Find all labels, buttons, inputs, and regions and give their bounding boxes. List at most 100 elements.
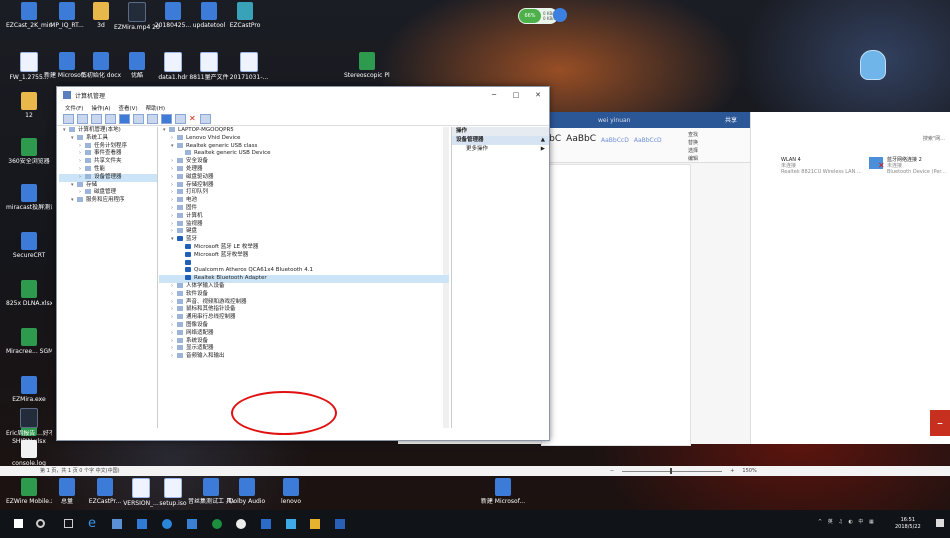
cm-title-bar[interactable]: 计算机管理 ─ □ ✕ bbox=[57, 87, 549, 103]
back-icon[interactable] bbox=[63, 114, 74, 124]
bluetooth-device-item[interactable]: Qualcomm Atheros QCA61x4 Bluetooth 4.1 bbox=[159, 267, 449, 275]
desktop-icon[interactable]: console.log bbox=[6, 440, 52, 467]
file-explorer-icon[interactable] bbox=[112, 519, 122, 529]
desktop-icon[interactable]: EZMira.exe bbox=[6, 376, 52, 403]
desktop-icon[interactable]: Eric周报告 ...好不好 bbox=[6, 408, 52, 437]
device-tree-item[interactable]: › 计算机 bbox=[159, 212, 449, 221]
menu-view[interactable]: 查看(V) bbox=[119, 104, 138, 112]
desktop-icon[interactable]: lenovo bbox=[268, 478, 314, 505]
console-tree-item[interactable]: › 性能 bbox=[59, 165, 157, 174]
share-button[interactable]: 共享 bbox=[725, 115, 737, 124]
store-icon[interactable] bbox=[137, 519, 147, 529]
start-button-icon[interactable] bbox=[14, 519, 23, 528]
notification-icon[interactable] bbox=[936, 519, 944, 527]
scan-hardware-icon[interactable] bbox=[147, 114, 158, 124]
style-item[interactable]: AaBbC bbox=[566, 134, 596, 144]
device-tree-item[interactable]: › 人体学输入设备 bbox=[159, 282, 449, 291]
console-tree-item[interactable]: › 磁盘管理 bbox=[59, 189, 157, 197]
zoom-control[interactable]: − + 150% bbox=[610, 466, 757, 476]
desktop-icon[interactable]: Stereoscopic Player bbox=[344, 52, 390, 79]
computer-management-window[interactable]: 计算机管理 ─ □ ✕ 文件(F) 操作(A) 查看(V) 帮助(H) ✕ ▾ 计… bbox=[56, 86, 550, 441]
system-tray[interactable]: ^ 英 ♫ ◐ 中 ▦ bbox=[818, 518, 876, 525]
desktop-icon[interactable]: miracast投屏测试... bbox=[6, 184, 52, 211]
desktop-icon[interactable]: 新建 Microsof... bbox=[480, 478, 526, 505]
minimize-button[interactable]: ─ bbox=[483, 91, 505, 99]
device-tree-item[interactable]: › 安全设备 bbox=[159, 158, 449, 166]
device-tree-item[interactable]: › 磁盘驱动器 bbox=[159, 173, 449, 182]
app-yellow-icon[interactable] bbox=[310, 519, 320, 529]
console-tree-item[interactable]: ▾ 系统工具 bbox=[59, 134, 157, 143]
app-green-icon[interactable] bbox=[212, 519, 222, 529]
desktop-icon[interactable]: Miracree... SGMiraca... bbox=[6, 328, 52, 355]
edge-icon[interactable]: e bbox=[88, 516, 98, 531]
bluetooth-device-item[interactable]: Realtek Bluetooth Adapter bbox=[159, 275, 449, 283]
desktop-icon[interactable]: SecureCRT bbox=[6, 232, 52, 259]
clock[interactable]: 16:51 2018/5/22 bbox=[895, 517, 921, 531]
desktop-icon[interactable]: 360安全浏览器 bbox=[6, 138, 52, 165]
desktop-icon[interactable]: 825x DLNA.xlsx bbox=[6, 280, 52, 307]
enable-device-icon[interactable] bbox=[200, 114, 211, 124]
task-view-icon[interactable] bbox=[64, 519, 73, 528]
show-tree-icon[interactable] bbox=[105, 114, 116, 124]
device-tree-item[interactable]: › 软件设备 bbox=[159, 290, 449, 299]
console-tree-item[interactable]: ▾ 计算机管理(本地) bbox=[59, 127, 157, 135]
properties-icon[interactable] bbox=[119, 114, 130, 124]
update-driver-icon[interactable] bbox=[161, 114, 172, 124]
zoom-minus-icon[interactable]: − bbox=[610, 466, 614, 476]
close-button[interactable]: ✕ bbox=[527, 91, 549, 99]
desktop-icon[interactable]: 12 bbox=[6, 92, 52, 119]
style-item[interactable]: AaBbCcD bbox=[634, 134, 662, 144]
device-tree-item[interactable]: › 图像设备 bbox=[159, 321, 449, 330]
device-tree-item[interactable]: ▾ LAPTOP-MGOOQPR5 bbox=[159, 127, 449, 135]
desktop-icon[interactable]: Dolby Audio bbox=[224, 478, 270, 505]
device-tree-item[interactable]: › 打印队列 bbox=[159, 189, 449, 197]
menu-file[interactable]: 文件(F) bbox=[65, 104, 83, 112]
desktop-icon[interactable]: EZCastPro bbox=[222, 2, 268, 29]
rocket-icon[interactable] bbox=[553, 8, 567, 22]
app-darkblue-icon[interactable] bbox=[335, 519, 345, 529]
device-tree-item[interactable]: › 鼠标和其他指针设备 bbox=[159, 306, 449, 314]
device-tree-item[interactable]: › 电池 bbox=[159, 197, 449, 205]
zoom-slider[interactable] bbox=[622, 467, 723, 474]
mascot-icon[interactable] bbox=[860, 50, 886, 80]
style-item[interactable]: AaBbCcD bbox=[601, 134, 629, 144]
device-tree-item[interactable]: › 固件 bbox=[159, 204, 449, 213]
desktop-icon[interactable]: 20171031-... bbox=[226, 52, 272, 81]
bluetooth-device-item[interactable]: ▾ 蓝牙 bbox=[159, 236, 449, 244]
forward-icon[interactable] bbox=[77, 114, 88, 124]
adapter-bluetooth[interactable]: ✕ 蓝牙网络连接 2 未连接 Bluetooth Device (Per... bbox=[869, 157, 946, 175]
replace-button[interactable]: 替换 bbox=[688, 139, 698, 147]
app-icon[interactable] bbox=[187, 519, 197, 529]
menu-action[interactable]: 操作(A) bbox=[91, 104, 110, 112]
network-search-box[interactable]: 搜索"网... bbox=[923, 135, 945, 142]
console-tree-item[interactable]: › 共享文件夹 bbox=[59, 158, 157, 166]
select-button[interactable]: 选择 bbox=[688, 147, 698, 155]
network-speed-widget[interactable]: 66% 0 KB/s 0 KB/s bbox=[518, 8, 558, 24]
device-tree-item[interactable]: › Lenovo Vhid Device bbox=[159, 134, 449, 143]
device-tree-item[interactable]: ▾ Realtek generic USB class bbox=[159, 142, 449, 151]
device-tree-item[interactable]: › 键盘 bbox=[159, 228, 449, 236]
device-tree-item[interactable]: › 网络适配器 bbox=[159, 329, 449, 338]
disable-device-icon[interactable] bbox=[175, 114, 186, 124]
bluetooth-device-item[interactable] bbox=[159, 259, 449, 268]
device-tree-item[interactable]: › 处理器 bbox=[159, 165, 449, 174]
up-icon[interactable] bbox=[91, 114, 102, 124]
console-tree-item[interactable]: › 设备管理器 bbox=[59, 173, 157, 182]
red-side-icon[interactable]: – bbox=[930, 410, 950, 436]
device-tree-item[interactable]: › 显示适配器 bbox=[159, 345, 449, 353]
styles-gallery[interactable]: BbC AaBbC AaBbCcD AaBbCcD bbox=[543, 134, 662, 144]
document-page[interactable] bbox=[541, 164, 691, 446]
help-icon[interactable] bbox=[133, 114, 144, 124]
uninstall-device-icon[interactable]: ✕ bbox=[189, 115, 197, 123]
app-blue-icon[interactable] bbox=[286, 519, 296, 529]
maximize-button[interactable]: □ bbox=[505, 91, 527, 99]
chrome-icon[interactable] bbox=[236, 519, 246, 529]
adapter-wlan[interactable]: WLAN 4 未连接 Realtek 8821CU Wireless LAN .… bbox=[763, 157, 862, 175]
device-tree-item[interactable]: › 监视器 bbox=[159, 220, 449, 229]
device-tree-item[interactable]: › 通用串行总线控制器 bbox=[159, 314, 449, 322]
more-actions[interactable]: 更多操作 ▶ bbox=[452, 145, 549, 154]
actions-section-device-manager[interactable]: 设备管理器 ▲ bbox=[452, 136, 549, 145]
media-player-icon[interactable] bbox=[162, 519, 172, 529]
bluetooth-device-item[interactable]: Microsoft 蓝牙枚举器 bbox=[159, 251, 449, 260]
zoom-plus-icon[interactable]: + bbox=[730, 466, 734, 476]
